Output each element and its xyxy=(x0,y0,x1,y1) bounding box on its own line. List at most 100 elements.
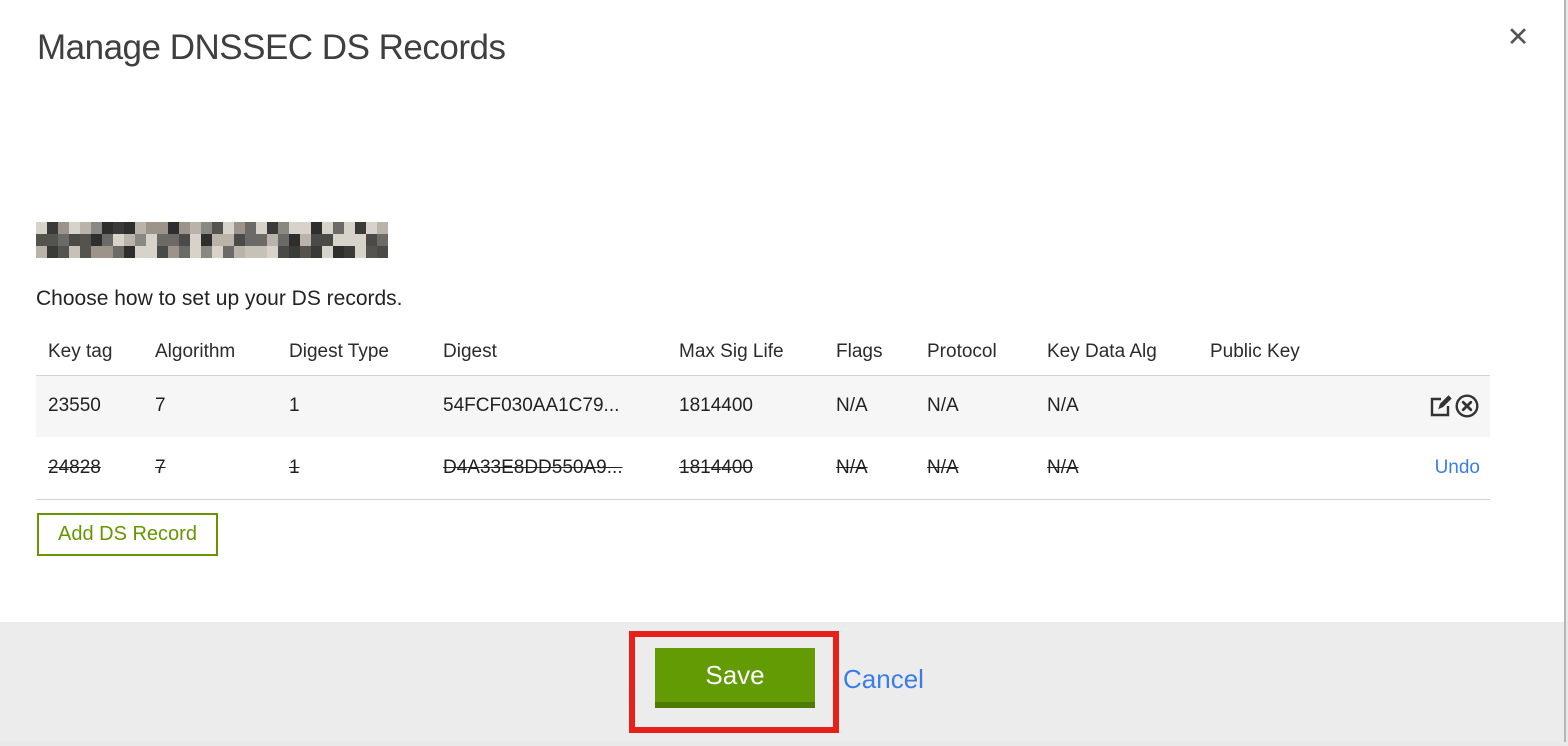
redacted-pixel xyxy=(234,234,245,246)
instruction-text: Choose how to set up your DS records. xyxy=(36,287,403,310)
redacted-pixel xyxy=(344,234,355,246)
redacted-pixel xyxy=(300,222,311,234)
ds-records-table: Key tag Algorithm Digest Type Digest Max… xyxy=(36,330,1490,500)
redacted-pixel xyxy=(135,222,146,234)
redacted-pixel xyxy=(58,246,69,258)
cell-max-sig-life: 1814400 xyxy=(679,456,753,478)
table-row: 23550 7 1 54FCF030AA1C79... 1814400 N/A … xyxy=(36,375,1490,437)
cell-key-data-alg: N/A xyxy=(1047,395,1079,417)
redacted-pixel xyxy=(168,234,179,246)
col-header-digest: Digest xyxy=(443,330,679,376)
col-header-flags: Flags xyxy=(836,330,927,376)
redacted-pixel xyxy=(190,246,201,258)
redacted-pixel xyxy=(69,234,80,246)
redacted-pixel xyxy=(124,246,135,258)
redacted-pixel xyxy=(267,222,278,234)
col-header-key-tag: Key tag xyxy=(36,330,155,376)
table-row-deleted: 24828 7 1 D4A33E8DD550A9... 1814400 N/A … xyxy=(36,437,1490,500)
redacted-pixel xyxy=(256,246,267,258)
redacted-pixel xyxy=(135,234,146,246)
redacted-pixel xyxy=(223,234,234,246)
cell-key-tag: 24828 xyxy=(48,456,101,478)
redacted-pixel xyxy=(47,222,58,234)
redacted-pixel xyxy=(355,222,366,234)
redacted-pixel xyxy=(377,246,388,258)
redacted-pixel xyxy=(289,234,300,246)
cell-flags: N/A xyxy=(836,456,868,478)
dialog-title: Manage DNSSEC DS Records xyxy=(37,28,506,67)
redacted-pixel xyxy=(168,222,179,234)
redacted-pixel xyxy=(289,222,300,234)
cancel-link[interactable]: Cancel xyxy=(843,664,924,695)
redacted-pixel xyxy=(333,234,344,246)
redacted-pixel xyxy=(355,234,366,246)
redacted-pixel xyxy=(91,222,102,234)
redacted-pixel xyxy=(377,222,388,234)
redacted-pixel xyxy=(333,222,344,234)
cell-digest-type: 1 xyxy=(289,395,300,417)
redacted-pixel xyxy=(190,222,201,234)
delete-icon[interactable] xyxy=(1454,393,1480,419)
col-header-max-sig-life: Max Sig Life xyxy=(679,330,836,376)
redacted-pixel xyxy=(267,246,278,258)
redacted-pixel xyxy=(212,234,223,246)
redacted-pixel xyxy=(278,246,289,258)
redacted-pixel xyxy=(234,246,245,258)
redacted-pixel xyxy=(212,246,223,258)
redacted-pixel xyxy=(146,234,157,246)
redacted-pixel xyxy=(234,222,245,234)
edit-icon[interactable] xyxy=(1428,393,1454,419)
redacted-pixel xyxy=(47,246,58,258)
close-icon[interactable]: ✕ xyxy=(1501,20,1535,54)
redacted-pixel xyxy=(146,246,157,258)
redacted-pixel xyxy=(366,222,377,234)
redacted-pixel xyxy=(366,234,377,246)
cell-flags: N/A xyxy=(836,395,868,417)
cell-protocol: N/A xyxy=(927,456,959,478)
redacted-pixel xyxy=(278,234,289,246)
redacted-pixel xyxy=(91,246,102,258)
redacted-domain-name xyxy=(36,222,388,258)
redacted-pixel xyxy=(300,234,311,246)
col-header-public-key: Public Key xyxy=(1210,330,1368,376)
cell-digest: D4A33E8DD550A9... xyxy=(443,456,623,478)
redacted-pixel xyxy=(322,222,333,234)
redacted-pixel xyxy=(201,246,212,258)
redacted-pixel xyxy=(333,246,344,258)
redacted-pixel xyxy=(322,234,333,246)
redacted-pixel xyxy=(344,222,355,234)
redacted-pixel xyxy=(344,246,355,258)
redacted-pixel xyxy=(124,222,135,234)
col-header-protocol: Protocol xyxy=(927,330,1047,376)
save-button[interactable]: Save xyxy=(655,648,815,708)
cell-algorithm: 7 xyxy=(155,456,166,478)
redacted-pixel xyxy=(267,234,278,246)
redacted-pixel xyxy=(113,222,124,234)
redacted-pixel xyxy=(102,246,113,258)
undo-link[interactable]: Undo xyxy=(1435,457,1480,478)
redacted-pixel xyxy=(69,246,80,258)
cell-key-data-alg: N/A xyxy=(1047,456,1079,478)
add-ds-record-button[interactable]: Add DS Record xyxy=(37,513,218,556)
redacted-pixel xyxy=(366,246,377,258)
redacted-pixel xyxy=(278,222,289,234)
redacted-pixel xyxy=(245,246,256,258)
redacted-pixel xyxy=(113,246,124,258)
redacted-pixel xyxy=(223,222,234,234)
redacted-pixel xyxy=(201,234,212,246)
redacted-pixel xyxy=(58,222,69,234)
redacted-pixel xyxy=(190,234,201,246)
redacted-pixel xyxy=(212,222,223,234)
redacted-pixel xyxy=(256,222,267,234)
cell-algorithm: 7 xyxy=(155,395,166,417)
redacted-pixel xyxy=(157,234,168,246)
redacted-pixel xyxy=(102,234,113,246)
redacted-pixel xyxy=(355,246,366,258)
redacted-pixel xyxy=(179,234,190,246)
redacted-pixel xyxy=(135,246,146,258)
redacted-pixel xyxy=(80,222,91,234)
redacted-pixel xyxy=(157,246,168,258)
redacted-pixel xyxy=(91,234,102,246)
col-header-digest-type: Digest Type xyxy=(289,330,443,376)
redacted-pixel xyxy=(36,246,47,258)
